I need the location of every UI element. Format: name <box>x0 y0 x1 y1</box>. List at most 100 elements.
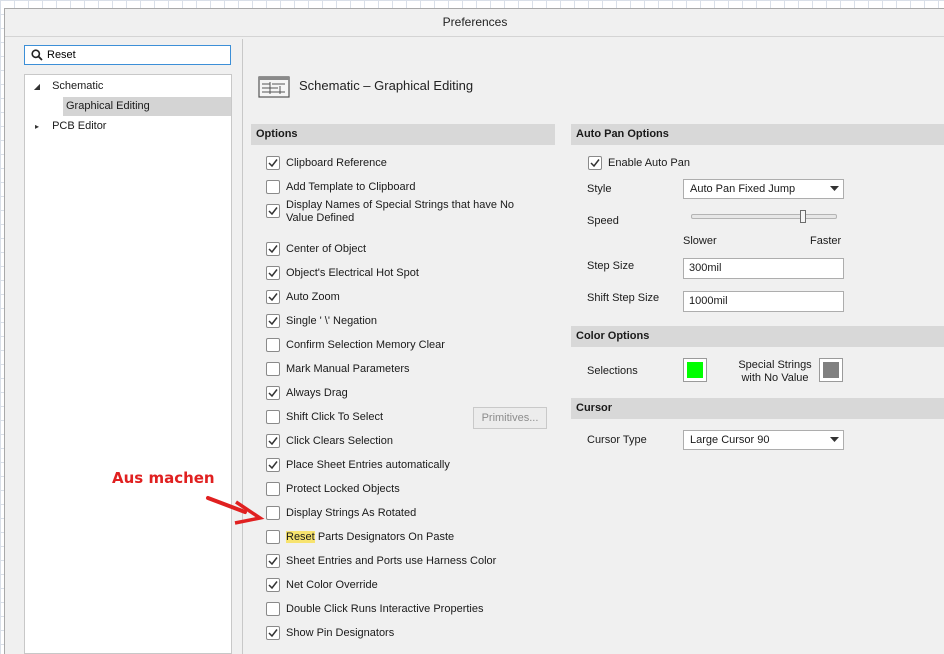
option-label: Sheet Entries and Ports use Harness Colo… <box>286 555 497 567</box>
style-select-value: Auto Pan Fixed Jump <box>690 183 796 195</box>
checkbox-box[interactable] <box>266 204 280 218</box>
option-label: Center of Object <box>286 243 367 255</box>
checkbox-box[interactable] <box>266 338 280 352</box>
shift-step-size-input[interactable]: 1000mil <box>683 291 844 312</box>
special-strings-label-line1: Special Strings <box>738 359 812 371</box>
option-label: Show Pin Designators <box>286 627 395 639</box>
chevron-down-icon <box>830 186 839 191</box>
option-label-rest: Parts Designators On Paste <box>317 531 455 543</box>
option-label: Mark Manual Parameters <box>286 363 410 375</box>
checkbox-box[interactable] <box>266 242 280 256</box>
check-icon <box>268 581 278 590</box>
page-title: Schematic – Graphical Editing <box>299 78 474 93</box>
collapsed-arrow-icon[interactable]: ▸ <box>31 117 43 136</box>
expanded-arrow-icon[interactable]: ◢ <box>31 77 43 96</box>
check-icon <box>590 159 600 168</box>
option-label: Confirm Selection Memory Clear <box>286 339 445 351</box>
speed-label: Speed <box>587 215 619 227</box>
option-label: Clipboard Reference <box>286 157 387 169</box>
checkbox-box[interactable] <box>266 434 280 448</box>
search-highlight: Reset <box>286 531 315 543</box>
checkbox-box[interactable] <box>588 156 602 170</box>
checkbox-box[interactable] <box>266 602 280 616</box>
checkbox-box[interactable] <box>266 554 280 568</box>
special-strings-color-fill <box>823 362 839 378</box>
speed-slider-thumb[interactable] <box>800 210 807 223</box>
preferences-tree: ◢ Schematic Graphical Editing ▸ PCB Edit… <box>24 74 232 654</box>
checkbox-box[interactable] <box>266 578 280 592</box>
special-strings-label-line2: with No Value <box>741 372 809 384</box>
option-label: Reset Parts Designators On Paste <box>286 531 454 544</box>
check-icon <box>268 317 278 326</box>
tree-item-graphical-editing[interactable]: Graphical Editing <box>63 97 231 116</box>
option-label: Protect Locked Objects <box>286 483 400 495</box>
search-input[interactable] <box>47 47 227 63</box>
check-icon <box>268 437 278 446</box>
checkbox-box[interactable] <box>266 458 280 472</box>
preferences-window: Preferences ◢ Schematic Graphical Editin… <box>4 8 944 654</box>
cursor-type-label: Cursor Type <box>587 434 647 446</box>
check-icon <box>268 389 278 398</box>
option-label: Click Clears Selection <box>286 435 393 447</box>
step-size-label: Step Size <box>587 260 635 272</box>
tree-item-schematic[interactable]: ◢ Schematic <box>31 77 104 96</box>
primitives-button[interactable]: Primitives... <box>473 407 547 429</box>
color-options-header: Color Options <box>571 326 944 347</box>
cursor-type-value: Large Cursor 90 <box>690 434 770 446</box>
annotation-text: Aus machen <box>112 469 215 487</box>
cursor-type-select[interactable]: Large Cursor 90 <box>683 430 844 450</box>
check-icon <box>268 293 278 302</box>
window-title: Preferences <box>5 9 944 37</box>
check-icon <box>268 557 278 566</box>
checkbox-box[interactable] <box>266 362 280 376</box>
tree-item-pcb-editor[interactable]: ▸ PCB Editor <box>31 117 107 136</box>
checkbox-box[interactable] <box>266 482 280 496</box>
option-label: Net Color Override <box>286 579 378 591</box>
speed-slider-track[interactable] <box>691 214 837 219</box>
step-size-input[interactable]: 300mil <box>683 258 844 279</box>
faster-label: Faster <box>810 235 842 247</box>
checkbox-box[interactable] <box>266 386 280 400</box>
content-pane: Schematic – Graphical Editing Options Cl… <box>242 39 944 654</box>
checkbox-box[interactable] <box>266 180 280 194</box>
checkbox-box[interactable] <box>266 530 280 544</box>
option-label: Place Sheet Entries automatically <box>286 459 450 471</box>
checkbox-box[interactable] <box>266 266 280 280</box>
check-icon <box>268 159 278 168</box>
checkbox-box[interactable] <box>266 410 280 424</box>
check-icon <box>268 207 278 216</box>
option-label: Shift Click To Select <box>286 411 384 423</box>
tree-item-label: Graphical Editing <box>66 100 150 112</box>
style-label: Style <box>587 183 612 195</box>
checkbox-box[interactable] <box>266 156 280 170</box>
red-arrow-icon <box>206 496 265 525</box>
option-label: Display Names of Special Strings that ha… <box>286 199 515 224</box>
check-icon <box>268 269 278 278</box>
option-label: Object's Electrical Hot Spot <box>286 267 419 279</box>
option-label: Display Strings As Rotated <box>286 507 417 519</box>
style-select[interactable]: Auto Pan Fixed Jump <box>683 179 844 199</box>
option-label: Single ' \' Negation <box>286 315 378 327</box>
chevron-down-icon <box>830 437 839 442</box>
special-strings-label: Special Strings with No Value <box>733 359 817 385</box>
check-icon <box>268 629 278 638</box>
schematic-page-icon <box>258 76 290 98</box>
shift-step-size-label: Shift Step Size <box>587 292 660 304</box>
cursor-header: Cursor <box>571 398 944 419</box>
checkbox-box[interactable] <box>266 506 280 520</box>
special-strings-color-swatch[interactable] <box>819 358 843 382</box>
option-label: Double Click Runs Interactive Properties <box>286 603 484 615</box>
selections-color-swatch[interactable] <box>683 358 707 382</box>
checkbox-box[interactable] <box>266 314 280 328</box>
check-icon <box>268 245 278 254</box>
checkbox-box[interactable] <box>266 626 280 640</box>
options-header: Options <box>251 124 555 145</box>
tree-item-label: Schematic <box>52 80 104 92</box>
option-label: Always Drag <box>286 387 348 399</box>
option-label: Auto Zoom <box>286 291 340 303</box>
enable-auto-pan-label: Enable Auto Pan <box>608 157 690 169</box>
search-box[interactable] <box>24 45 231 65</box>
selections-label: Selections <box>587 365 638 377</box>
checkbox-box[interactable] <box>266 290 280 304</box>
tree-item-label: PCB Editor <box>52 120 107 132</box>
